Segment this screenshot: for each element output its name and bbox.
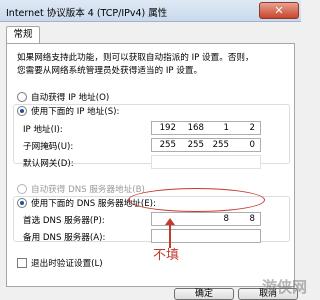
close-icon: ✕ [274,4,284,17]
annotation-text: 不填 [153,248,180,263]
auto-ip-radio[interactable] [17,92,27,102]
window-title: Internet 协议版本 4 (TCP/IPv4) 属性 [6,8,168,19]
mask-octet-2: 255 [187,140,204,150]
ip-octet-4: 2 [249,123,255,133]
pdns-octet-3: 8 [223,214,229,224]
validate-on-exit-label: 退出时验证设置(L) [31,259,103,269]
tab-strip: 常规 [6,26,295,44]
ip-octet-3: 1 [223,123,229,133]
ip-octet-1: 192 [159,123,176,133]
gateway-input[interactable] [151,155,261,169]
tab-general[interactable]: 常规 [6,26,40,44]
pdns-octet-4: 8 [249,214,255,224]
manual-ip-label: 使用下面的 IP 地址(S): [31,105,122,117]
mask-octet-4: 0 [249,140,255,150]
ok-button[interactable]: 确定 [174,288,234,300]
alternate-dns-label: 备用 DNS 服务器(A): [23,233,106,243]
manual-ip-radio[interactable] [17,106,27,116]
manual-dns-radio[interactable] [17,198,27,208]
annotation-ellipse [128,188,265,212]
auto-dns-label: 自动获得 DNS 服务器地址(B) [31,185,145,195]
watermark-logo: 游侠网 [262,278,308,296]
subnet-mask-label: 子网掩码(U): [23,142,74,152]
description-line-2: 您需要从网络系统管理员处获得适当的 IP 设置。 [17,66,203,76]
subnet-mask-input[interactable]: 255 255 255 0 [151,138,261,152]
description-line-1: 如果网络支持此功能，则可以获取自动指派的 IP 设置。否则， [17,53,254,63]
mask-octet-3: 255 [212,140,229,150]
mask-octet-1: 255 [159,140,176,150]
auto-dns-radio[interactable] [17,184,27,194]
description: 如果网络支持此功能，则可以获取自动指派的 IP 设置。否则， 您需要从网络系统管… [17,52,292,78]
preferred-dns-label: 首选 DNS 服务器(P): [23,216,105,226]
ip-address-input[interactable]: 192 168 1 2 [151,121,261,135]
alternate-dns-input[interactable] [151,229,261,243]
close-button[interactable]: ✕ [259,2,299,19]
ip-octet-2: 168 [187,123,204,133]
auto-ip-label: 自动获得 IP 地址(O) [31,93,110,103]
ip-address-label: IP 地址(I): [23,125,63,135]
title-bar: Internet 协议版本 4 (TCP/IPv4) 属性 ✕ [0,0,301,22]
general-panel: 如果网络支持此功能，则可以获取自动指派的 IP 设置。否则， 您需要从网络系统管… [6,43,295,287]
validate-on-exit-checkbox[interactable] [17,258,27,268]
gateway-label: 默认网关(D): [23,159,74,169]
